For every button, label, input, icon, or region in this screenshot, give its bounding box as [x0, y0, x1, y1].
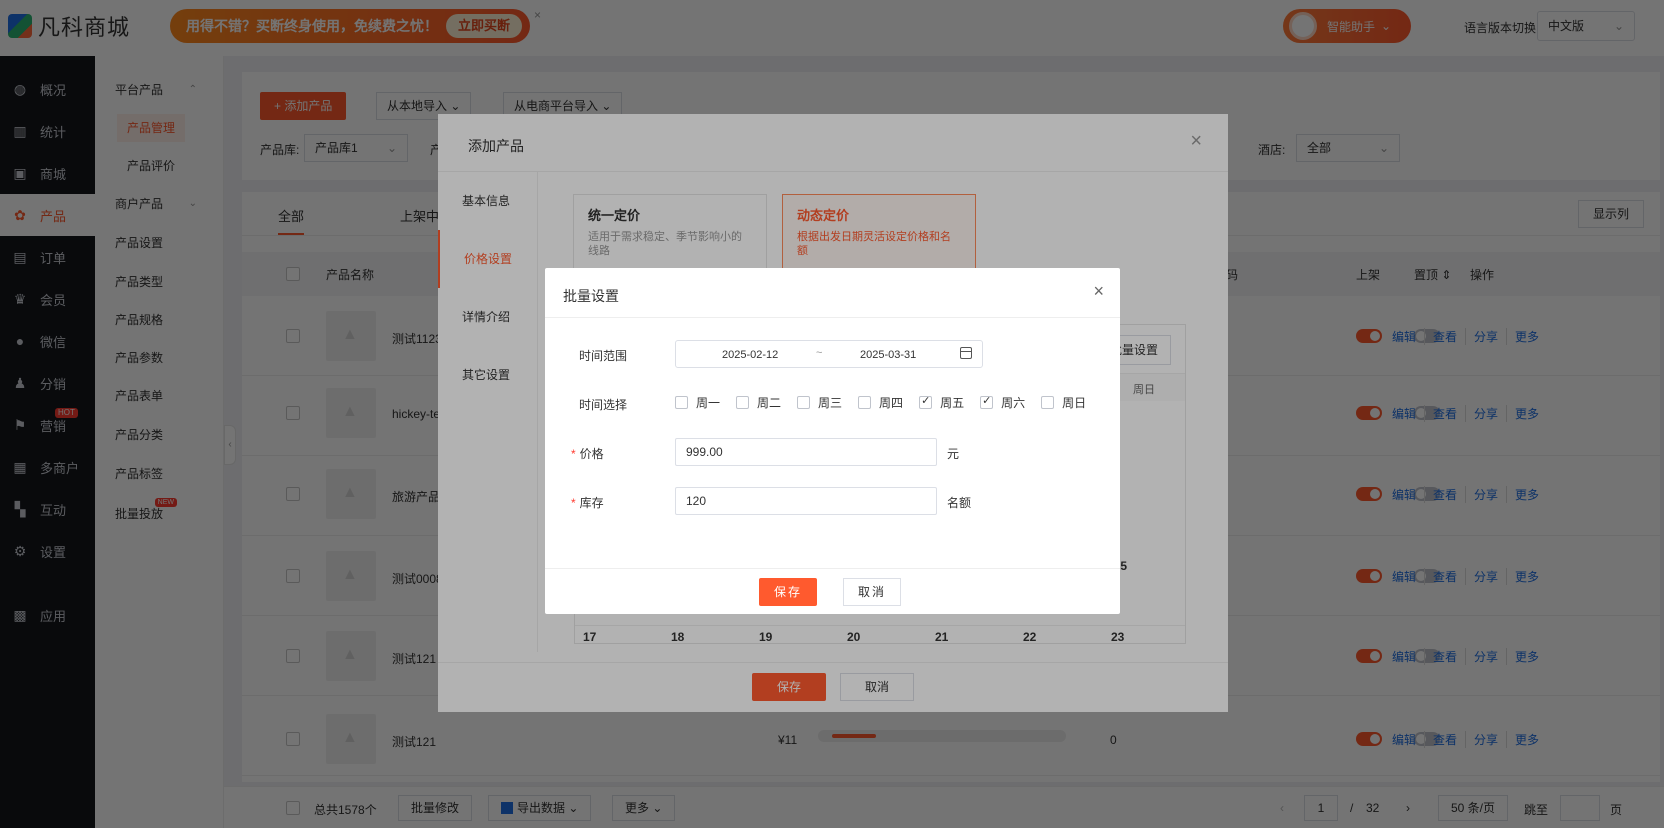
- checkbox[interactable]: [919, 394, 933, 409]
- price-label: * 价格: [571, 445, 604, 462]
- weekday-tuesday[interactable]: 周二: [736, 394, 781, 411]
- weekday-checkbox-group: 周一 周二 周三 周四 周五 周六 周日: [675, 394, 1102, 411]
- required-mark: *: [571, 496, 576, 510]
- date-range-start[interactable]: 2025-02-12: [722, 349, 778, 361]
- weekday-label: 周二: [757, 396, 782, 410]
- time-range-label: 时间范围: [579, 349, 628, 363]
- weekday-label: 周六: [1001, 396, 1026, 410]
- checkbox[interactable]: [736, 396, 750, 409]
- weekday-friday[interactable]: 周五: [919, 394, 964, 411]
- checkbox[interactable]: [797, 396, 811, 409]
- checkbox[interactable]: [675, 396, 688, 409]
- time-selection-label: 时间选择: [579, 398, 628, 412]
- stock-unit: 名额: [947, 496, 972, 510]
- weekday-thursday[interactable]: 周四: [858, 394, 903, 411]
- batch-dialog-title: 批量设置: [563, 288, 619, 304]
- close-icon[interactable]: ×: [1093, 281, 1104, 302]
- weekday-wednesday[interactable]: 周三: [797, 394, 842, 411]
- stock-input[interactable]: 120: [675, 487, 937, 515]
- weekday-label: 周日: [1062, 396, 1087, 410]
- batch-dialog-footer: 保存 取消: [545, 568, 1120, 614]
- weekday-monday[interactable]: 周一: [675, 394, 720, 411]
- save-button[interactable]: 保存: [759, 578, 817, 606]
- required-mark: *: [571, 447, 576, 461]
- checkbox[interactable]: [1041, 396, 1055, 409]
- weekday-label: 周一: [696, 396, 721, 410]
- weekday-label: 周四: [879, 396, 904, 410]
- date-range-end[interactable]: 2025-03-31: [860, 349, 916, 361]
- date-range-separator: ~: [816, 347, 823, 359]
- weekday-label: 周三: [818, 396, 843, 410]
- price-label-text: 价格: [579, 447, 604, 461]
- date-range-picker[interactable]: 2025-02-12 ~ 2025-03-31: [675, 340, 983, 368]
- cancel-button[interactable]: 取消: [843, 578, 901, 606]
- price-input[interactable]: 999.00: [675, 438, 937, 466]
- batch-settings-dialog: 批量设置 × 时间范围 2025-02-12 ~ 2025-03-31 时间选择…: [545, 268, 1120, 614]
- price-unit: 元: [947, 447, 960, 461]
- weekday-sunday[interactable]: 周日: [1041, 394, 1086, 411]
- checkbox[interactable]: [858, 396, 872, 409]
- weekday-label: 周五: [940, 396, 965, 410]
- stock-label: * 库存: [571, 494, 604, 511]
- stock-label-text: 库存: [579, 496, 604, 510]
- checkbox[interactable]: [980, 394, 994, 409]
- calendar-icon: [960, 347, 972, 359]
- batch-dialog-header: 批量设置 ×: [545, 268, 1120, 318]
- weekday-saturday[interactable]: 周六: [980, 394, 1025, 411]
